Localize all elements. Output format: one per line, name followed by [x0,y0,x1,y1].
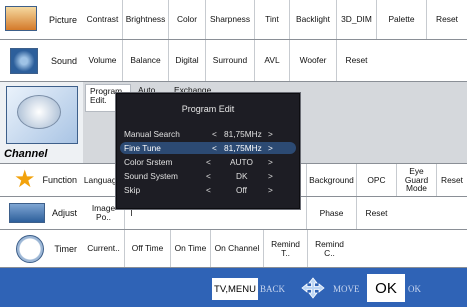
left-arrow[interactable]: < [212,143,217,153]
speaker-icon [10,48,38,74]
left-arrow[interactable]: < [206,157,211,167]
menu-item-balance[interactable]: Balance [122,40,168,81]
move-hint: MOVE [333,284,360,294]
tv-menu-screen: Picture Contrast Brightness Color Sharpn… [0,0,467,307]
menu-item-reset[interactable]: Reset [356,197,396,229]
dialog-title: Program Edit [181,104,235,114]
menu-item-on-time[interactable]: On Time [170,230,210,267]
menu-item-avl[interactable]: AVL [254,40,289,81]
satellite-dish-icon [6,86,78,144]
row-value: AUTO [230,157,253,167]
star-function-icon: ★ [14,166,36,193]
menu-item-remind-channel[interactable]: Remind C.. [307,230,351,267]
left-arrow[interactable]: < [206,171,211,181]
category-picture[interactable]: Picture [0,0,83,40]
row-label: Sound System [124,171,178,181]
popup-row-manual-search[interactable]: Manual Search < 81,75MHz > [120,128,296,140]
menu-item-reset[interactable]: Reset [426,0,467,39]
right-arrow[interactable]: > [268,171,273,181]
popup-row-color-system[interactable]: Color Srstem < AUTO > [120,156,296,168]
row-value: 81,75MHz [224,143,262,153]
row-value: Off [236,185,247,195]
menu-item-phase[interactable]: Phase [306,197,356,229]
popup-row-sound-system[interactable]: Sound System < DK > [120,170,296,182]
adjust-screen-icon [9,203,45,223]
menu-item-color[interactable]: Color [168,0,205,39]
category-function[interactable]: ★ Function [0,164,83,197]
menu-item-tint[interactable]: Tint [254,0,289,39]
row-label: Skip [124,185,141,195]
menu-item-brightness[interactable]: Brightness [122,0,168,39]
sound-row: Volume Balance Digital Surround AVL Woof… [83,40,467,82]
menu-item-off-time[interactable]: Off Time [124,230,170,267]
menu-item-sharpness[interactable]: Sharpness [205,0,254,39]
menu-item-opc[interactable]: OPC [356,164,396,196]
popup-row-skip[interactable]: Skip < Off > [120,184,296,196]
category-timer[interactable]: Timer [0,230,83,268]
bottom-hint-bar: TV,MENU BACK MOVE OK OK [0,268,467,307]
menu-item-on-channel[interactable]: On Channel [210,230,263,267]
menu-item-reset[interactable]: Reset [436,164,467,196]
menu-item-woofer[interactable]: Woofer [289,40,336,81]
left-arrow[interactable]: < [212,129,217,139]
picture-icon [5,6,37,31]
clock-icon [16,235,44,263]
menu-item-eye-guard-mode[interactable]: Eye Guard Mode [396,164,436,196]
category-label: Function [42,175,77,185]
row-label: Fine Tune [124,143,161,153]
category-label: Timer [54,244,77,254]
row-value: DK [236,171,248,181]
row-value: 81,75MHz [224,129,262,139]
move-arrows-icon [301,277,325,299]
row-label: Manual Search [124,129,180,139]
menu-item-background[interactable]: Background [306,164,356,196]
category-adjust[interactable]: Adjust [0,197,83,230]
right-arrow[interactable]: > [268,157,273,167]
right-arrow[interactable]: > [268,143,273,153]
menu-item-reset[interactable]: Reset [336,40,376,81]
menu-item-surround[interactable]: Surround [205,40,254,81]
menu-item-remind-time[interactable]: Remind T.. [263,230,307,267]
ok-hint: OK [408,284,421,294]
menu-item-digital[interactable]: Digital [168,40,205,81]
menu-item-volume[interactable]: Volume [83,40,122,81]
menu-item-contrast[interactable]: Contrast [83,0,122,39]
popup-row-fine-tune[interactable]: Fine Tune < 81,75MHz > [120,142,296,154]
menu-item-palette[interactable]: Palette [376,0,426,39]
menu-item-backlight[interactable]: Backlight [289,0,336,39]
menu-item-3d-dim[interactable]: 3D_DIM [336,0,376,39]
category-channel[interactable]: Channel [0,82,83,164]
category-label: Picture [48,15,77,25]
timer-row: Current.. Off Time On Time On Channel Re… [83,230,467,268]
category-label: Adjust [51,208,77,218]
picture-row: Contrast Brightness Color Sharpness Tint… [83,0,467,40]
menu-item-current-time[interactable]: Current.. [83,230,124,267]
dish-shape [17,95,61,129]
category-label: Channel [4,148,48,160]
tv-menu-key[interactable]: TV,MENU [212,278,258,300]
row-label: Color Srstem [124,157,173,167]
category-label: Sound [50,56,77,66]
left-arrow[interactable]: < [206,185,211,195]
program-edit-dialog: Program Edit Manual Search < 81,75MHz > … [115,92,301,210]
right-arrow[interactable]: > [268,185,273,195]
right-arrow[interactable]: > [268,129,273,139]
ok-key[interactable]: OK [367,274,405,302]
category-sound[interactable]: Sound [0,40,83,82]
back-hint: BACK [260,284,286,294]
